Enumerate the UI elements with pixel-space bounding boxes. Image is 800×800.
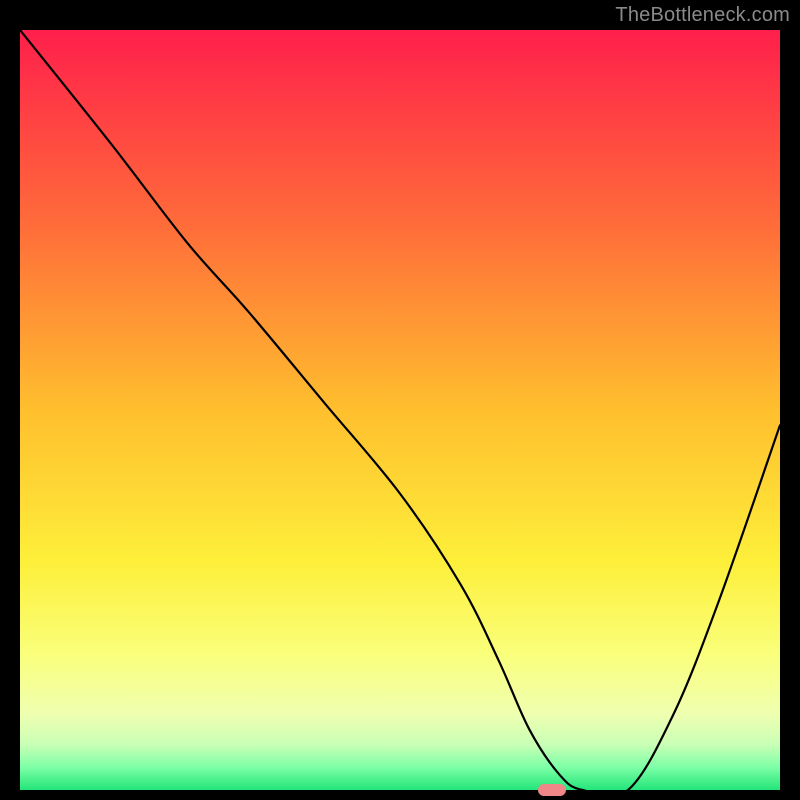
chart-container: TheBottleneck.com [0, 0, 800, 800]
plot-area [20, 30, 780, 790]
gradient-background [20, 30, 780, 790]
bottleneck-plot [20, 30, 780, 790]
optimal-marker [538, 784, 566, 796]
watermark-text: TheBottleneck.com [615, 4, 790, 27]
